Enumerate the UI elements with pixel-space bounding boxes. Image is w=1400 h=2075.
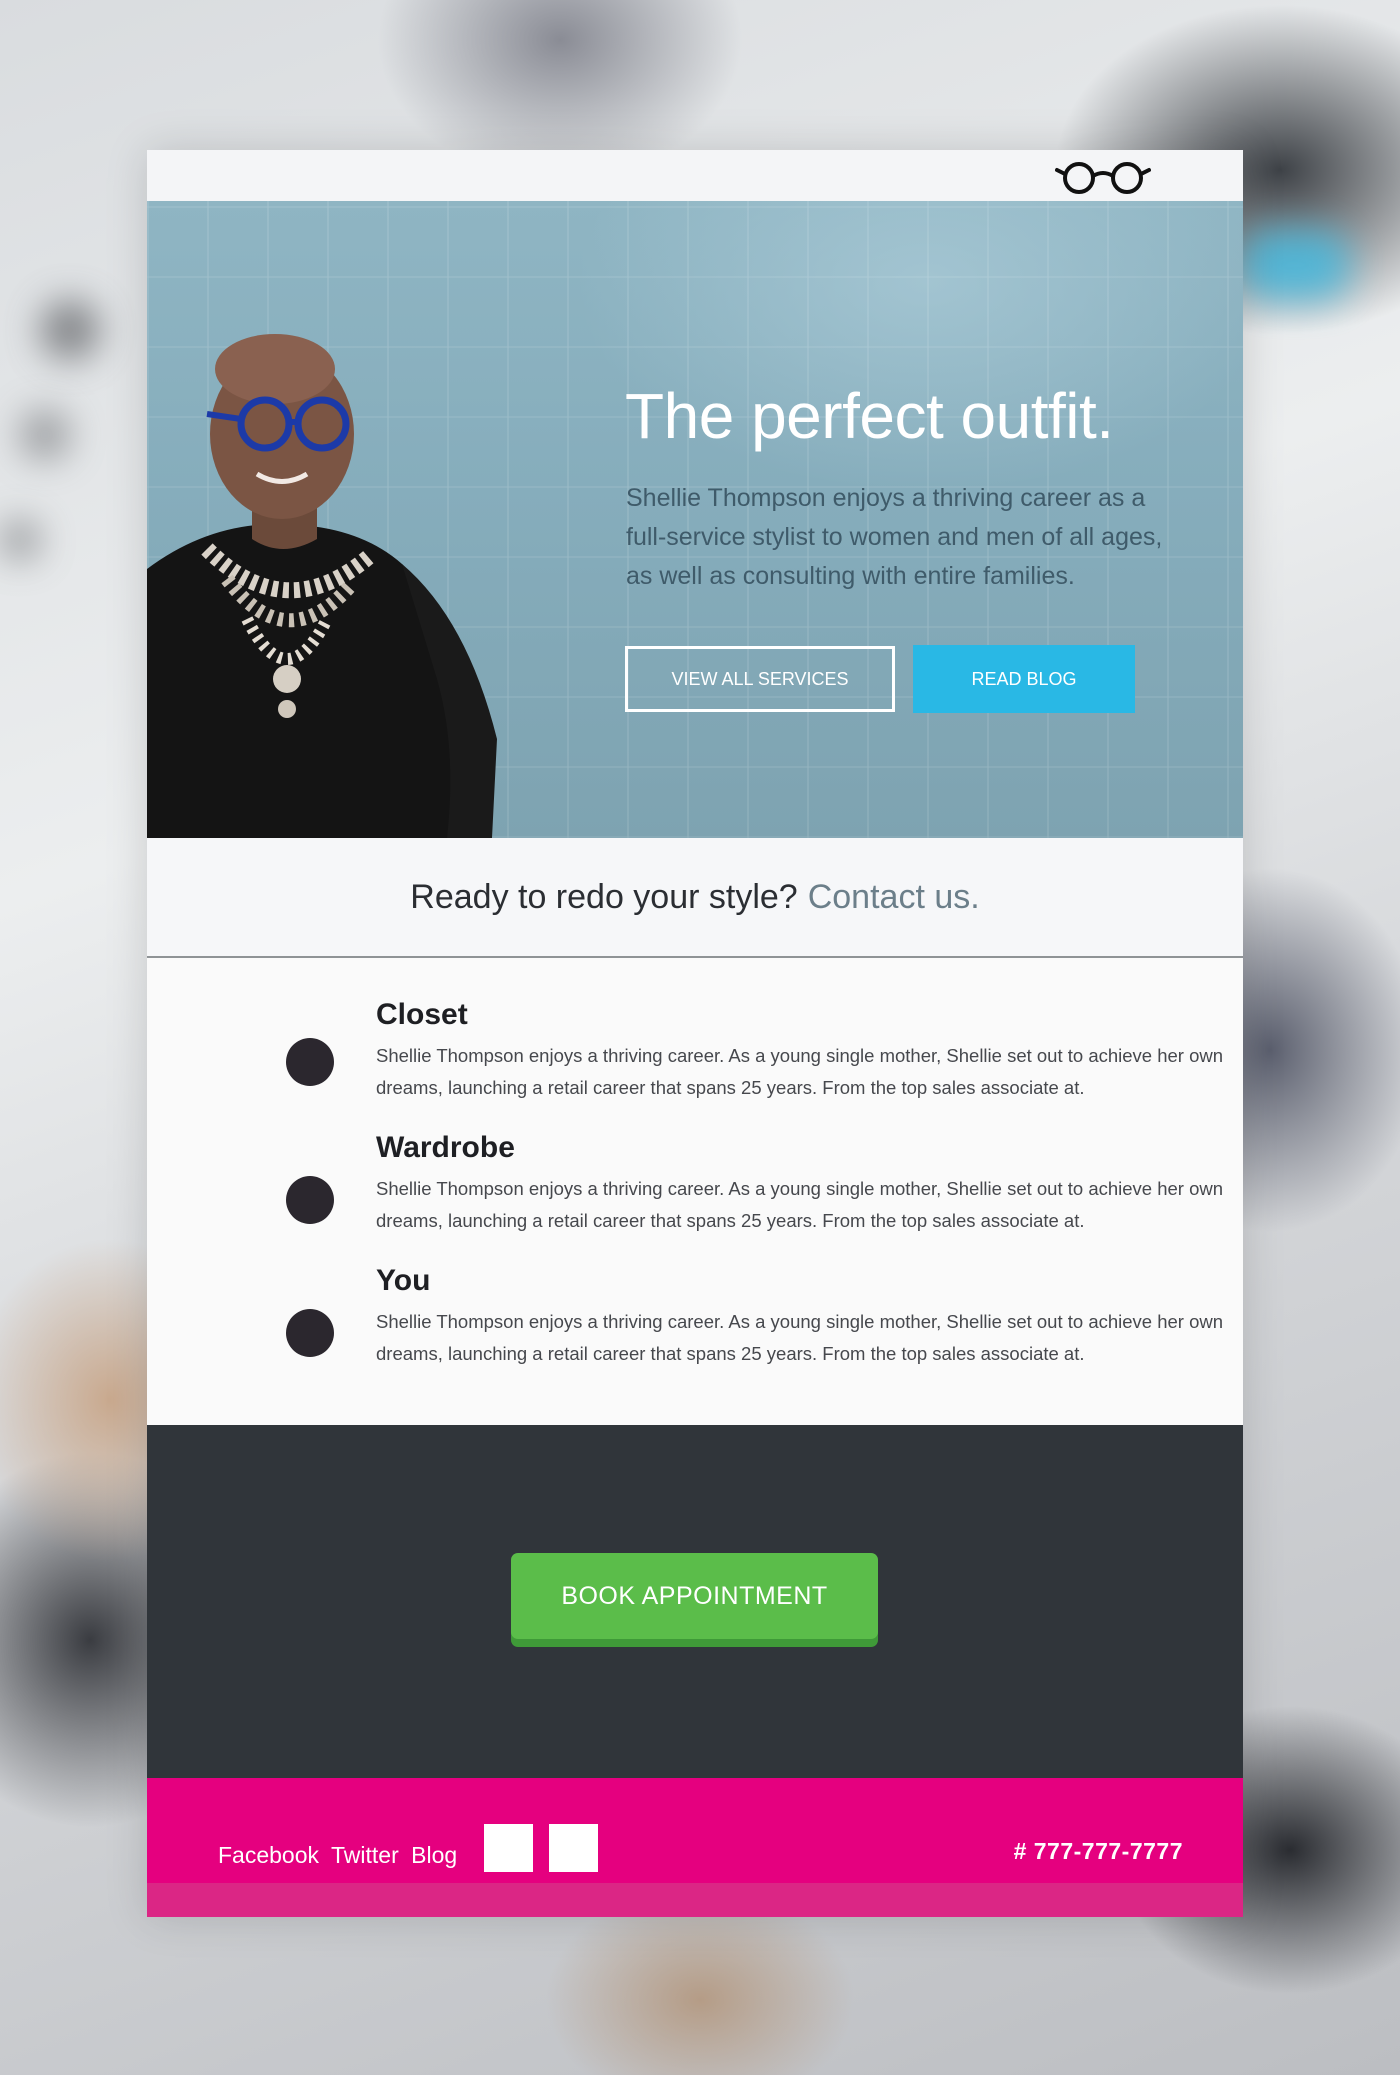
footer-bottom-strip [147,1883,1243,1917]
footer-links: Facebook Twitter Blog [218,1842,463,1869]
feature-title: Closet [376,998,468,1031]
background-blur-shape [0,520,40,560]
feature-description: Shellie Thompson enjoys a thriving caree… [376,1045,1224,1098]
circle-icon [286,1309,334,1357]
hero-banner: The perfect outfit. Shellie Thompson enj… [147,201,1243,838]
features-section: Closet Shellie Thompson enjoys a thrivin… [147,960,1243,1425]
cta-question: Ready to redo your style? [410,877,798,916]
feature-description: Shellie Thompson enjoys a thriving caree… [376,1178,1224,1231]
footer: Facebook Twitter Blog # 777-777-7777 [147,1778,1243,1883]
background-blur-accent [1240,230,1350,300]
phone-number: # 777-777-7777 [1013,1838,1183,1864]
top-nav-bar [147,150,1243,201]
circle-icon [286,1038,334,1086]
contact-cta-bar: Ready to redo your style? Contact us. [147,838,1243,958]
stylist-portrait [147,334,497,838]
feature-item: Wardrobe Shellie Thompson enjoys a thriv… [147,1131,1243,1241]
social-placeholder-icon[interactable] [484,1824,533,1872]
hero-description: Shellie Thompson enjoys a thriving caree… [626,484,1163,590]
read-blog-button[interactable]: READ BLOG [913,645,1135,713]
booking-section: BOOK APPOINTMENT [147,1425,1243,1778]
twitter-link[interactable]: Twitter [331,1842,399,1868]
book-appointment-button[interactable]: BOOK APPOINTMENT [511,1553,878,1639]
background-blur-shape [20,410,70,460]
feature-item: You Shellie Thompson enjoys a thriving c… [147,1264,1243,1374]
view-all-services-button[interactable]: VIEW ALL SERVICES [625,646,895,712]
blog-link[interactable]: Blog [411,1842,457,1868]
social-placeholder-icon[interactable] [549,1824,598,1872]
facebook-link[interactable]: Facebook [218,1842,319,1868]
contact-link[interactable]: Contact us. [808,878,980,917]
feature-title: You [376,1264,431,1297]
website-mockup: The perfect outfit. Shellie Thompson enj… [147,150,1243,1917]
glasses-icon[interactable] [1055,160,1151,194]
hero-title: The perfect outfit. [625,380,1114,452]
circle-icon [286,1176,334,1224]
feature-description: Shellie Thompson enjoys a thriving caree… [376,1311,1224,1364]
feature-title: Wardrobe [376,1131,515,1164]
feature-item: Closet Shellie Thompson enjoys a thrivin… [147,998,1243,1108]
background-blur-shape [40,300,100,360]
